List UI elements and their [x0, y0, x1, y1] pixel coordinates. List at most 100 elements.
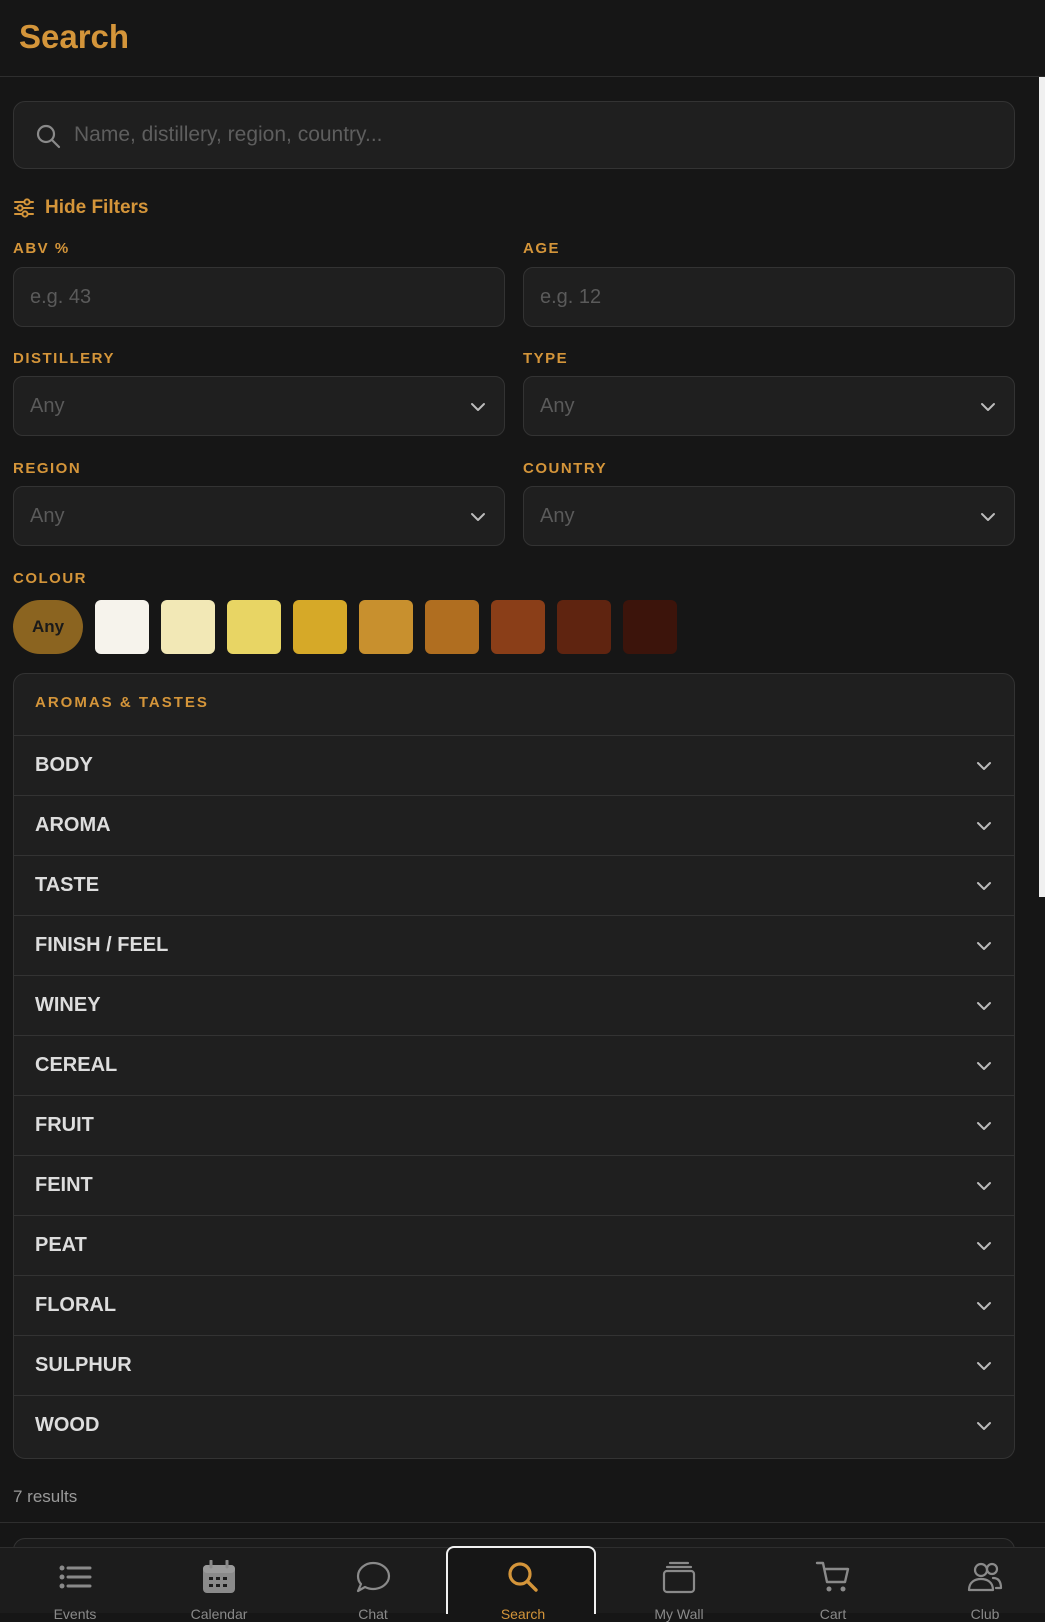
calendar-icon	[203, 1560, 235, 1593]
colour-swatch[interactable]	[623, 600, 677, 654]
chevron-down-icon	[977, 1182, 991, 1190]
aroma-row[interactable]: WINEY	[14, 975, 1014, 1035]
aroma-row[interactable]: BODY	[14, 735, 1014, 795]
type-value: Any	[540, 395, 575, 417]
scrollbar-thumb[interactable]	[1039, 77, 1045, 897]
bottom-nav: Events Calendar Chat Search My Wall Cart…	[0, 1546, 1045, 1622]
chevron-down-icon	[471, 403, 485, 411]
search-input[interactable]	[74, 102, 974, 168]
hide-filters-label: Hide Filters	[45, 197, 149, 218]
aroma-row-label: SULPHUR	[35, 1354, 132, 1376]
aroma-row[interactable]: SULPHUR	[14, 1335, 1014, 1395]
cart-icon	[815, 1561, 850, 1592]
age-label: AGE	[523, 240, 561, 257]
aroma-row[interactable]: FRUIT	[14, 1095, 1014, 1155]
aroma-row-label: BODY	[35, 754, 93, 776]
nav-item-cart[interactable]: Cart	[758, 1548, 908, 1622]
distillery-label: DISTILLERY	[13, 350, 115, 367]
chevron-down-icon	[981, 513, 995, 521]
chevron-down-icon	[977, 1122, 991, 1130]
list-icon	[59, 1565, 92, 1589]
page-header: Search	[0, 0, 1045, 77]
nav-label: Events	[53, 1606, 97, 1622]
aroma-row-label: PEAT	[35, 1234, 87, 1256]
region-label: REGION	[13, 460, 82, 477]
nav-label: Cart	[819, 1606, 847, 1622]
aroma-row[interactable]: FINISH / FEEL	[14, 915, 1014, 975]
nav-label: My Wall	[654, 1606, 704, 1622]
aroma-row[interactable]: TASTE	[14, 855, 1014, 915]
nav-item-my-wall[interactable]: My Wall	[604, 1548, 754, 1622]
chevron-down-icon	[977, 1002, 991, 1010]
divider	[0, 1522, 1045, 1523]
aroma-row-label: FRUIT	[35, 1114, 94, 1136]
region-select[interactable]: Any	[13, 486, 505, 546]
scrollbar[interactable]	[1037, 77, 1045, 1547]
age-field[interactable]	[523, 267, 1015, 327]
chevron-down-icon	[977, 1242, 991, 1250]
country-select[interactable]: Any	[523, 486, 1015, 546]
nav-item-calendar[interactable]: Calendar	[144, 1548, 294, 1622]
aroma-row-label: TASTE	[35, 874, 100, 896]
chevron-down-icon	[981, 403, 995, 411]
colour-swatch[interactable]	[359, 600, 413, 654]
nav-label: Search	[500, 1606, 546, 1622]
aromas-panel: AROMAS & TASTES BODY AROMA TASTE FINISH / F…	[13, 673, 1015, 1459]
colour-swatch[interactable]	[293, 600, 347, 654]
aroma-row[interactable]: PEAT	[14, 1215, 1014, 1275]
chevron-down-icon	[977, 822, 991, 830]
nav-item-club[interactable]: Club	[910, 1548, 1045, 1622]
search-icon	[508, 1562, 538, 1592]
page-title: Search	[19, 18, 130, 55]
nav-item-search[interactable]: Search	[446, 1546, 596, 1622]
chevron-down-icon	[471, 513, 485, 521]
aromas-title: AROMAS & TASTES	[35, 694, 209, 711]
chat-icon	[356, 1561, 391, 1593]
aroma-row[interactable]: FLORAL	[14, 1275, 1014, 1335]
country-label: COUNTRY	[523, 460, 608, 477]
chevron-down-icon	[977, 882, 991, 890]
distillery-select[interactable]: Any	[13, 376, 505, 436]
chevron-down-icon	[977, 1302, 991, 1310]
type-select[interactable]: Any	[523, 376, 1015, 436]
search-box[interactable]	[13, 101, 1015, 169]
colour-swatch[interactable]	[557, 600, 611, 654]
abv-input[interactable]	[14, 268, 504, 326]
abv-label: ABV %	[13, 240, 70, 257]
age-input[interactable]	[524, 268, 1014, 326]
colour-swatch[interactable]	[227, 600, 281, 654]
distillery-value: Any	[30, 395, 65, 417]
nav-label: Club	[970, 1606, 1000, 1622]
aroma-row-label: WINEY	[35, 994, 101, 1016]
colour-swatch[interactable]	[491, 600, 545, 654]
aroma-row[interactable]: CEREAL	[14, 1035, 1014, 1095]
nav-item-events[interactable]: Events	[0, 1548, 150, 1622]
chevron-down-icon	[977, 942, 991, 950]
country-value: Any	[540, 505, 575, 527]
layers-icon	[662, 1561, 696, 1594]
abv-field[interactable]	[13, 267, 505, 327]
chevron-down-icon	[977, 1062, 991, 1070]
colour-label: COLOUR	[13, 570, 87, 587]
aroma-row[interactable]: FEINT	[14, 1155, 1014, 1215]
colour-swatch[interactable]	[425, 600, 479, 654]
colour-any-button[interactable]: Any	[13, 600, 83, 654]
chevron-down-icon	[977, 1362, 991, 1370]
colour-swatch[interactable]	[161, 600, 215, 654]
colour-swatch[interactable]	[95, 600, 149, 654]
type-label: TYPE	[523, 350, 569, 367]
aroma-row-label: FINISH / FEEL	[35, 934, 169, 956]
users-icon	[967, 1562, 1003, 1592]
aroma-row[interactable]: WOOD	[14, 1395, 1014, 1455]
aroma-row[interactable]: AROMA	[14, 795, 1014, 855]
aroma-row-label: FLORAL	[35, 1294, 117, 1316]
search-icon	[36, 124, 61, 149]
nav-item-chat[interactable]: Chat	[298, 1548, 448, 1622]
aroma-row-label: CEREAL	[35, 1054, 118, 1076]
chevron-down-icon	[977, 762, 991, 770]
region-value: Any	[30, 505, 65, 527]
aroma-row-label: FEINT	[35, 1174, 93, 1196]
results-count: 7 results	[13, 1487, 78, 1506]
aroma-row-label: WOOD	[35, 1414, 100, 1436]
hide-filters-button[interactable]: Hide Filters	[13, 195, 148, 221]
